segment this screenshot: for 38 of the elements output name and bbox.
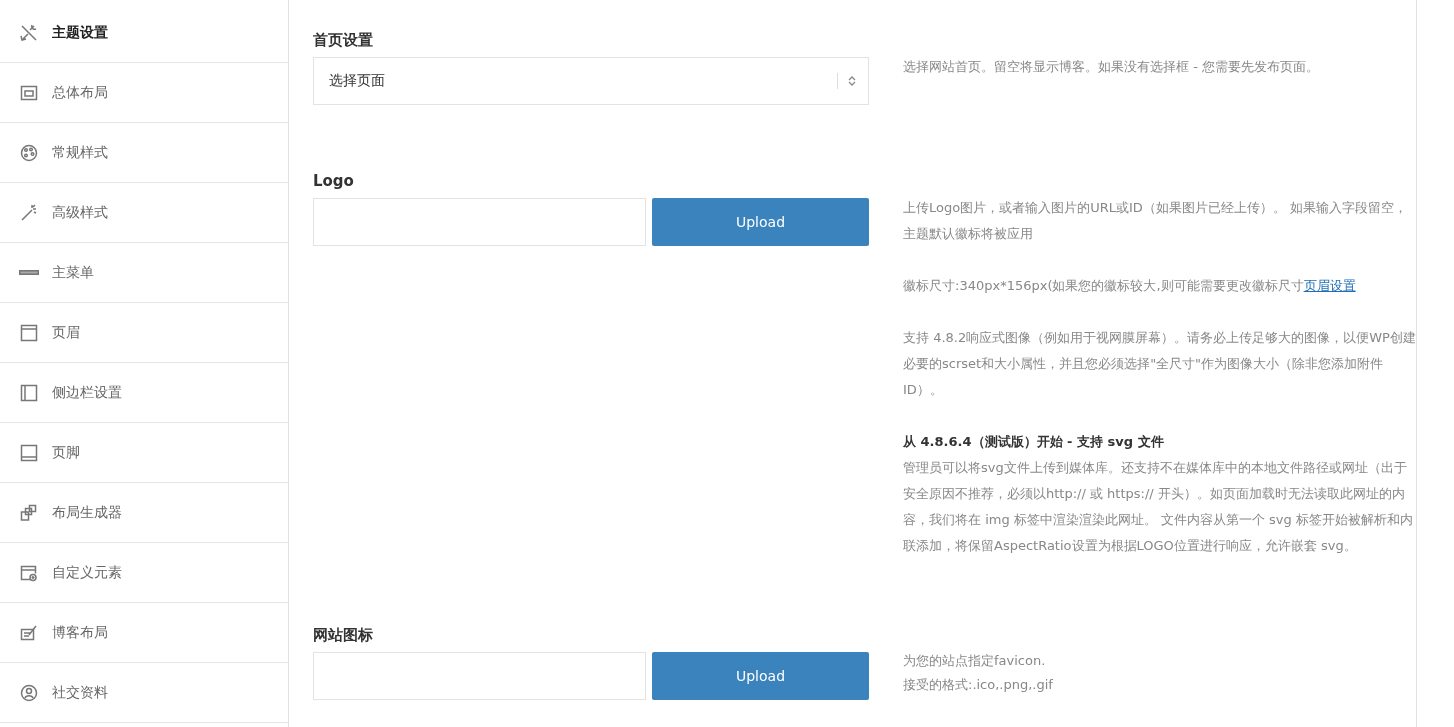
sidebar-item[interactable]: 社交资料 — [0, 663, 288, 723]
sort-arrows-icon — [848, 75, 856, 87]
sidebar-icon — [19, 382, 39, 403]
stack-icon — [19, 502, 39, 523]
description-text: 上传Logo图片，或者输入图片的URL或ID（如果图片已经上传）。 如果输入字段留空，主题默认徽标将被应用 — [903, 199, 1408, 243]
user-circle-icon — [19, 682, 39, 703]
url-input-field[interactable] — [313, 198, 646, 246]
setting-label: 首页设置 — [313, 30, 374, 51]
upload-button[interactable]: Upload — [652, 198, 869, 246]
header-settings-link[interactable]: 页眉设置 — [1303, 278, 1356, 293]
setting-label: Logo — [313, 171, 355, 192]
sidebar-item[interactable]: 页脚 — [0, 423, 288, 483]
sidebar-item[interactable]: 主题设置 — [0, 3, 288, 63]
bar-icon — [19, 270, 39, 275]
description-text: 为您的站点指定favicon. — [903, 652, 1047, 670]
magic-wand-icon — [19, 202, 39, 223]
sidebar-item[interactable]: 博客布局 — [0, 603, 288, 663]
description-text: 管理员可以将svg文件上传到媒体库。还支持不在媒体库中的本地文件路径或网址（出于安全原因不推荐，必须以http:// 或 https:// 开头）。如页面加载时无法读取此网址的内容，我们将在 img 标签中渲染渲染此网址。 文件内容从第一个 svg 标签开始被解析和内联添加，将保留AspectRatio设置为根据LOGO位置进行响应，允许嵌套 svg。 — [903, 459, 1414, 555]
description-text: 支持 4.8.2响应式图像（例如用于视网膜屏幕）。请务必上传足够大的图像，以便WP创建必要的scrset和大小属性，并且您必须选择"全尺寸"作为图像大小（除非您添加附件 ID）。 — [903, 329, 1416, 399]
header-icon — [19, 322, 39, 343]
description-heading: 从 4.8.6.4（测试版）开始 - 支持 svg 文件 — [903, 433, 1165, 451]
palette-icon — [19, 142, 39, 163]
sidebar-item[interactable]: 页眉 — [0, 303, 288, 363]
sidebar-item[interactable]: 布局生成器 — [0, 483, 288, 543]
page-select[interactable]: 选择页面 — [313, 57, 869, 105]
description-text: 选择网站首页。留空将显示博客。如果没有选择框 - 您需要先发布页面。 — [903, 58, 1320, 76]
sidebar-item[interactable]: 自定义元素 — [0, 543, 288, 603]
sidebar-item[interactable]: 侧边栏设置 — [0, 363, 288, 423]
setting-label: 网站图标 — [313, 625, 374, 646]
sidebar-item[interactable]: 主菜单 — [0, 243, 288, 303]
sidebar-item[interactable]: 常规样式 — [0, 123, 288, 183]
sidebar-item[interactable]: 总体布局 — [0, 63, 288, 123]
sidebar-item[interactable]: 高级样式 — [0, 183, 288, 243]
url-input-field[interactable] — [313, 652, 646, 700]
description-text: 接受的格式:.ico,.png,.gif — [903, 676, 1054, 694]
description-text: 徽标尺寸:340px*156px(如果您的徽标较大,则可能需要更改徽标尺寸页眉设置 — [903, 277, 1357, 295]
footer-icon — [19, 442, 39, 463]
upload-button[interactable]: Upload — [652, 652, 869, 700]
